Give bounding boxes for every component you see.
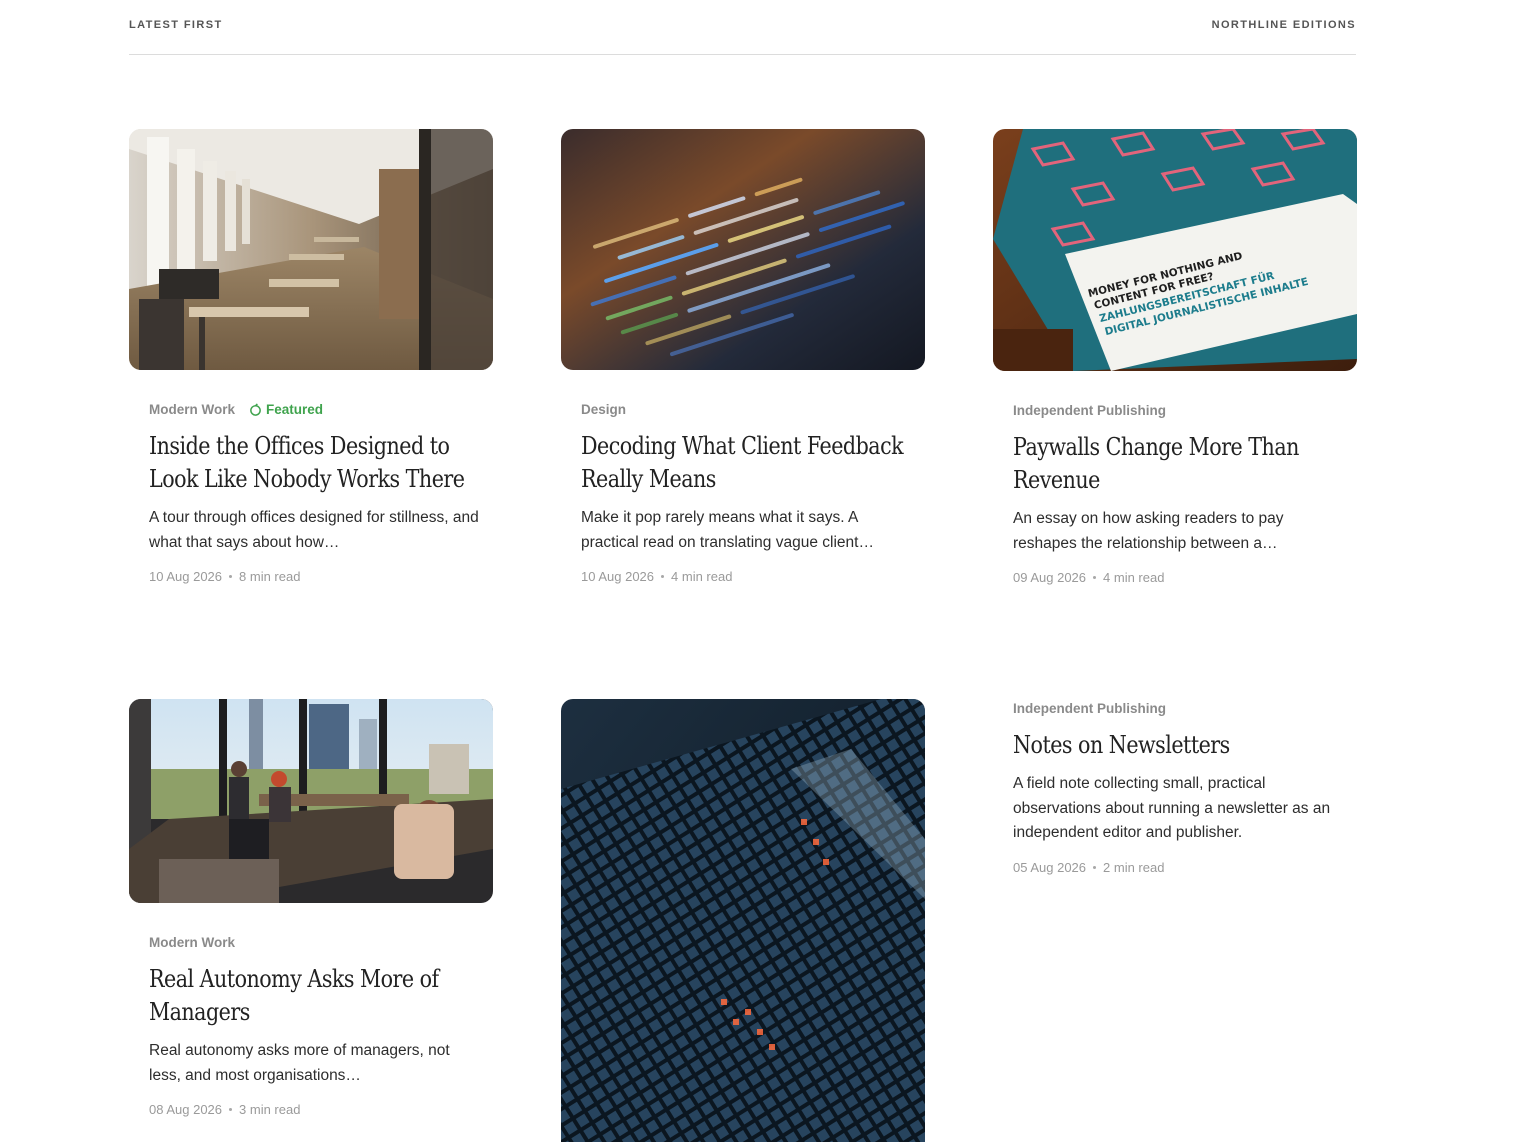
- article-title[interactable]: Real Autonomy Asks More of Managers: [149, 963, 484, 1029]
- code-screen-illustration: [561, 129, 925, 370]
- article-category[interactable]: Modern Work: [149, 402, 235, 417]
- article-excerpt: Real autonomy asks more of managers, not…: [149, 1042, 450, 1084]
- article-category[interactable]: Design: [581, 402, 626, 417]
- article-date: 09 Aug 2026: [1013, 570, 1087, 585]
- article-stamp: 10 Aug 2026 8 min read: [149, 569, 479, 584]
- read-time: 3 min read: [239, 1102, 301, 1117]
- open-office-photo-illustration: [129, 699, 493, 903]
- separator-dot: [1093, 576, 1097, 579]
- article-image-grid-facade[interactable]: [561, 699, 925, 1142]
- grid-facade-illustration: [561, 699, 925, 1142]
- article-excerpt: A field note collecting small, practical…: [1013, 775, 1331, 841]
- article-date: 10 Aug 2026: [581, 569, 655, 584]
- article-image-open-office[interactable]: [129, 699, 493, 903]
- article-meta: Modern Work Real Autonomy Asks More of M…: [149, 933, 479, 1118]
- article-category[interactable]: Independent Publishing: [1013, 403, 1166, 418]
- article-image-office[interactable]: [129, 129, 493, 370]
- article-image-booklet[interactable]: MONEY FOR NOTHING AND CONTENT FOR FREE? …: [993, 129, 1357, 371]
- read-time: 4 min read: [1103, 570, 1165, 585]
- article-date: 10 Aug 2026: [149, 569, 223, 584]
- article-title[interactable]: Paywalls Change More Than Revenue: [1013, 431, 1348, 497]
- article-category[interactable]: Modern Work: [149, 935, 235, 950]
- article-meta: Modern Work Featured Inside the Offices …: [149, 400, 479, 585]
- article-stamp: 08 Aug 2026 3 min read: [149, 1102, 479, 1117]
- read-time: 8 min read: [239, 569, 301, 584]
- article-title[interactable]: Inside the Offices Designed to Look Like…: [149, 430, 484, 496]
- article-date: 05 Aug 2026: [1013, 859, 1087, 875]
- read-time: 4 min read: [671, 569, 733, 584]
- article-excerpt: An essay on how asking readers to pay re…: [1013, 510, 1284, 552]
- article-category[interactable]: Independent Publishing: [1013, 701, 1166, 716]
- article-stamp: 05 Aug 2026 2 min read: [1013, 860, 1343, 875]
- featured-badge: Featured: [249, 402, 323, 417]
- section-header: LATEST FIRST NORTHLINE EDITIONS: [129, 0, 1356, 55]
- article-meta: Independent Publishing Notes on Newslett…: [1013, 699, 1343, 875]
- separator-dot: [229, 1108, 233, 1111]
- article-stamp: 10 Aug 2026 4 min read: [581, 569, 911, 584]
- featured-label: Featured: [266, 401, 324, 417]
- article-title[interactable]: Notes on Newsletters: [1013, 729, 1348, 762]
- sort-label[interactable]: LATEST FIRST: [129, 19, 223, 31]
- article-stamp: 09 Aug 2026 4 min read: [1013, 570, 1343, 585]
- article-date: 08 Aug 2026: [149, 1102, 223, 1117]
- separator-dot: [661, 575, 665, 578]
- office-photo-illustration: [129, 129, 493, 370]
- booklet-photo-illustration: MONEY FOR NOTHING AND CONTENT FOR FREE? …: [993, 129, 1357, 371]
- separator-dot: [229, 575, 233, 578]
- featured-icon: [250, 402, 261, 416]
- article-meta: Independent Publishing Paywalls Change M…: [1013, 401, 1343, 586]
- publication-name[interactable]: NORTHLINE EDITIONS: [1212, 19, 1356, 31]
- article-title[interactable]: Decoding What Client Feedback Really Mea…: [581, 430, 916, 496]
- article-excerpt: A tour through offices designed for stil…: [149, 509, 479, 551]
- article-excerpt: Make it pop rarely means what it says. A…: [581, 509, 874, 551]
- article-image-code[interactable]: [561, 129, 925, 370]
- read-time: 2 min read: [1103, 859, 1165, 875]
- article-meta: Design Decoding What Client Feedback Rea…: [581, 400, 911, 585]
- separator-dot: [1093, 865, 1097, 869]
